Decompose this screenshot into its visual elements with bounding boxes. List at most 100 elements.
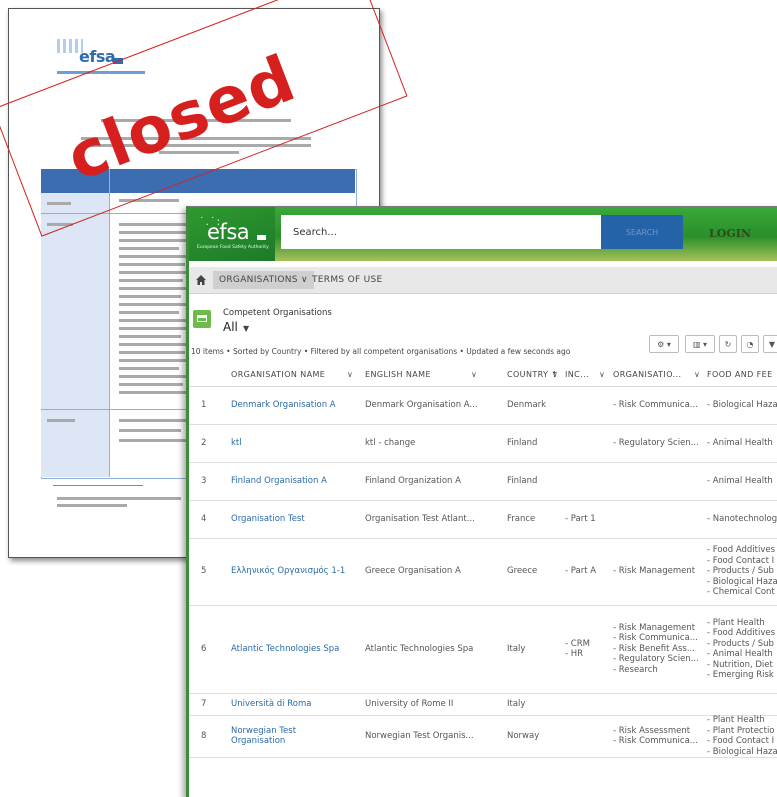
column-menu-chevron-icon[interactable]: ∨ [552, 370, 558, 379]
nav-bar: ORGANISATIONS ∨ TERMS OF USE [189, 267, 777, 294]
settings-gear-button[interactable]: ⚙ ▾ [649, 335, 679, 353]
english-name-cell: Finland Organization A [365, 475, 461, 486]
organisation-name-link[interactable]: Norwegian Test [231, 726, 296, 737]
row-number: 5 [201, 566, 207, 577]
organisation-name-link[interactable]: Atlantic Technologies Spa [231, 644, 339, 655]
nav-organisations-menu[interactable]: ORGANISATIONS ∨ [213, 271, 314, 289]
doc-text-line [119, 319, 187, 322]
doc-text-line [119, 287, 189, 290]
organisation-name-link[interactable]: Ελληνικός Οργανισμός 1-1 [231, 566, 345, 577]
country-cell: Finland [507, 475, 538, 486]
filter-button[interactable]: ▼ [763, 335, 777, 353]
search-input[interactable] [281, 215, 601, 249]
doc-text-line [119, 271, 193, 274]
table-row[interactable]: 5 Ελληνικός Οργανισμός 1-1 Greece Organisa… [189, 538, 777, 606]
row-number: 7 [201, 698, 207, 709]
logo-bar-icon [257, 235, 266, 240]
organisation-name-link[interactable]: Organisation [231, 736, 285, 747]
table-row[interactable]: 6 Atlantic Technologies Spa Atlantic Techn… [189, 605, 777, 694]
food-and-feed-cell: - Biological Haza [707, 746, 777, 757]
food-and-feed-cell: - Chemical Cont [707, 587, 775, 598]
home-icon[interactable] [195, 274, 207, 286]
organisation-name-link[interactable]: ktl [231, 438, 242, 449]
english-name-cell: Norwegian Test Organis... [365, 730, 474, 741]
country-cell: Greece [507, 566, 538, 577]
food-and-feed-cell: - Plant Health [707, 715, 765, 725]
inc-cell: - Part 1 [565, 513, 596, 524]
organisation-type-cell: - Risk Management [613, 566, 696, 577]
table-row[interactable]: 7 Università di Roma University of Rome II… [189, 693, 777, 716]
organisation-type-cell: - Risk Management [613, 622, 696, 633]
list-view-selector[interactable]: All [223, 320, 238, 334]
doc-text-line [47, 419, 75, 422]
doc-text-line [47, 223, 73, 226]
english-name-cell: Atlantic Technologies Spa [365, 643, 474, 654]
chart-button[interactable]: ◔ [741, 335, 759, 353]
row-number: 2 [201, 437, 207, 448]
organisation-type-cell: - Regulatory Scien... [613, 437, 699, 448]
table-row[interactable]: 1 Denmark Organisation A Denmark Organisat… [189, 386, 777, 425]
organisation-type-cell: - Risk Benefit Ass... [613, 643, 695, 654]
doc-footnote-line [57, 504, 127, 507]
login-link[interactable]: LOGIN [709, 227, 751, 240]
food-and-feed-cell: - Food Additives [707, 628, 776, 638]
doc-text-line [119, 367, 179, 370]
caret-down-icon[interactable]: ▼ [243, 324, 249, 333]
column-menu-chevron-icon[interactable]: ∨ [599, 370, 605, 379]
column-menu-chevron-icon[interactable]: ∨ [347, 370, 353, 379]
country-cell: France [507, 513, 536, 524]
organisation-name-link[interactable]: Finland Organisation A [231, 476, 327, 487]
efsa-logo[interactable]: ˙.˙: efsa European Food Safety Authority [189, 207, 275, 261]
column-header-0[interactable]: ORGANISATION NAME [231, 370, 325, 379]
column-menu-chevron-icon[interactable]: ∨ [694, 370, 700, 379]
food-and-feed-cell: - Plant Health [707, 617, 765, 628]
column-header-4[interactable]: ORGANISATIO... [613, 370, 681, 379]
organisation-type-cell: - Risk Communica... [613, 736, 698, 746]
column-header-1[interactable]: ENGLISH NAME [365, 370, 431, 379]
column-menu-chevron-icon[interactable]: ∨ [471, 370, 477, 379]
logo-tagline: European Food Safety Authority [197, 245, 269, 250]
country-cell: Norway [507, 730, 540, 741]
doc-text-line [119, 295, 181, 298]
country-cell: Denmark [507, 399, 547, 410]
doc-table-divider [109, 169, 110, 477]
doc-text-line [119, 199, 179, 202]
food-and-feed-cell: - Animal Health [707, 649, 773, 659]
food-and-feed-cell: - Products / Sub [707, 638, 774, 649]
organisation-name-link[interactable]: Denmark Organisation A [231, 400, 336, 411]
search-button[interactable]: SEARCH [601, 215, 683, 249]
food-and-feed-cell: - Nutrition, Diet [707, 659, 773, 670]
doc-text-line [119, 239, 194, 242]
food-and-feed-cell: - Food Additives [707, 545, 776, 556]
organisation-name-link[interactable]: Università di Roma [231, 699, 311, 710]
inc-cell: - Part A [565, 566, 597, 577]
country-cell: Italy [507, 643, 526, 654]
doc-text-line [119, 429, 181, 432]
organisation-name-link[interactable]: Organisation Test [231, 514, 305, 525]
header-bar: ˙.˙: efsa European Food Safety Authority… [189, 207, 777, 261]
food-and-feed-cell: - Food Contact I [707, 555, 775, 566]
country-cell: Finland [507, 437, 538, 448]
table-row[interactable]: 8 Norwegian Test Organisation Norwegian Tes… [189, 715, 777, 758]
food-and-feed-cell: - Emerging Risk [707, 670, 774, 680]
table-row[interactable]: 2 ktl ktl - change Finland - Regulatory Scie… [189, 424, 777, 463]
table-view-button[interactable]: ▥ ▾ [685, 335, 715, 353]
doc-text-line [119, 439, 187, 442]
row-number: 6 [201, 643, 207, 654]
row-number: 4 [201, 513, 207, 524]
organisation-type-cell: - Regulatory Scien... [613, 654, 699, 665]
doc-logo: efsa [79, 47, 116, 66]
inc-cell: - HR [565, 649, 584, 659]
table-row[interactable]: 4 Organisation Test Organisation Test Atla… [189, 500, 777, 539]
column-header-2[interactable]: COUNTRY [507, 370, 548, 379]
refresh-button[interactable]: ↻ [719, 335, 737, 353]
organisation-type-cell: - Risk Communica... [613, 633, 698, 644]
logo-wordmark: efsa [207, 220, 250, 244]
doc-text-line [119, 311, 179, 314]
table-row[interactable]: 3 Finland Organisation A Finland Organizat… [189, 462, 777, 501]
column-header-3[interactable]: INC... [565, 370, 589, 379]
column-header-5[interactable]: FOOD AND FEE [707, 370, 773, 379]
row-number: 3 [201, 475, 207, 486]
doc-text-line [47, 202, 71, 205]
nav-terms-link[interactable]: TERMS OF USE [312, 271, 383, 289]
